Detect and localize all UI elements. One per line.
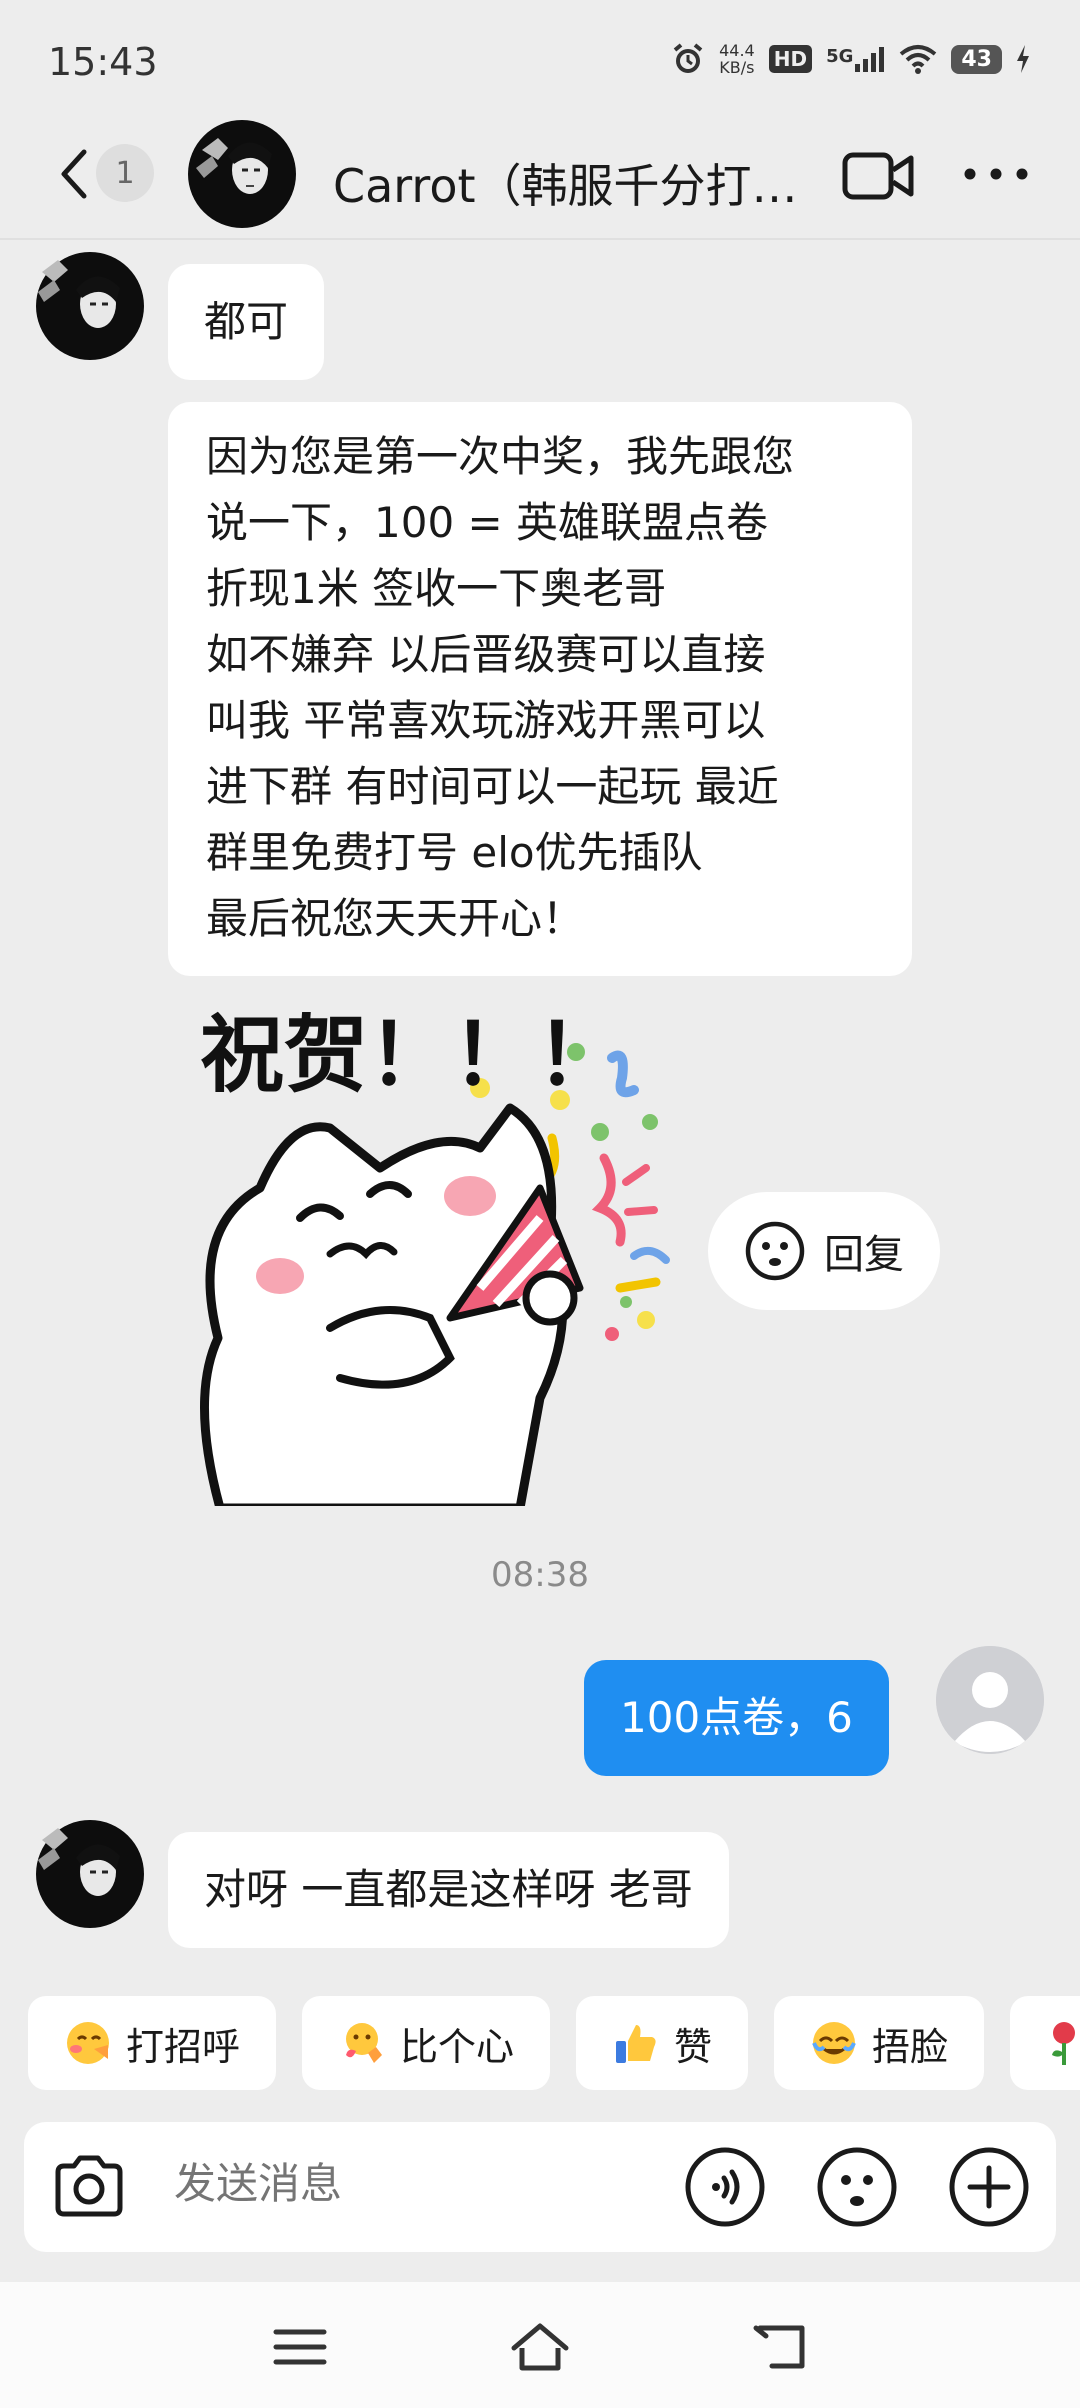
more-options-icon[interactable] <box>960 142 1032 206</box>
header-divider <box>0 238 1080 240</box>
wave-emoji-icon <box>67 2022 109 2064</box>
my-avatar[interactable] <box>936 1646 1044 1754</box>
quick-reply-wave[interactable]: 打招呼 <box>28 1996 277 2090</box>
sender-avatar[interactable] <box>36 252 144 360</box>
video-call-icon[interactable] <box>842 150 914 202</box>
signal-indicator: 5G <box>826 46 885 72</box>
signal-label: 5G <box>826 46 854 67</box>
message-bubble[interactable]: 对呀 一直都是这样呀 老哥 <box>168 1832 729 1948</box>
menu-icon[interactable] <box>270 2322 330 2372</box>
quick-reply-label: 比个心 <box>400 2024 515 2069</box>
quick-reply-label: 捂脸 <box>872 2024 949 2069</box>
home-icon[interactable] <box>510 2322 570 2372</box>
unread-count-badge[interactable]: 1 <box>96 144 154 202</box>
quick-reply-rose[interactable] <box>1010 1996 1080 2090</box>
quick-replies: 打招呼 比个心 赞 捂脸 <box>28 1996 1080 2090</box>
signal-bars-icon <box>855 47 885 72</box>
wifi-icon <box>900 45 937 74</box>
alarm-icon <box>673 43 703 73</box>
chat-header: 1 Carrot（韩服千分打… <box>0 120 1080 240</box>
message-bubble[interactable]: 都可 <box>168 264 325 380</box>
system-nav-bar <box>0 2282 1080 2408</box>
back-nav-icon[interactable] <box>752 2322 812 2372</box>
net-speed-value: 44.4 <box>719 41 755 60</box>
quick-reply-label: 打招呼 <box>126 2024 241 2069</box>
hd-badge: HD <box>768 45 813 73</box>
status-icons: 44.4 KB/s HD 5G 43 <box>671 42 1030 76</box>
message-bubble-long[interactable]: 因为您是第一次中奖，我先跟您 说一下，100 = 英雄联盟点卷 折现1米 签收一… <box>168 402 912 976</box>
contact-avatar[interactable] <box>188 120 296 228</box>
status-bar: 15:43 44.4 KB/s HD 5G 43 <box>0 0 1080 120</box>
message-timestamp: 08:38 <box>491 1555 589 1595</box>
quick-reply-like[interactable]: 赞 <box>576 1996 749 2090</box>
rose-emoji-icon <box>1052 2022 1076 2065</box>
status-time: 15:43 <box>48 40 158 84</box>
message-input[interactable] <box>172 2158 676 2209</box>
sender-avatar[interactable] <box>36 1820 144 1928</box>
emoji-icon[interactable] <box>816 2146 898 2228</box>
thumbs-up-emoji-icon <box>616 2025 656 2063</box>
quick-reply-label: 赞 <box>674 2024 713 2069</box>
net-speed: 44.4 KB/s <box>719 42 755 76</box>
congrats-sticker[interactable]: 祝贺！！！ <box>180 998 680 1506</box>
battery-level: 43 <box>951 44 1002 74</box>
my-message-bubble[interactable]: 100点卷，6 <box>584 1660 889 1776</box>
reply-label: 回复 <box>824 1232 904 1278</box>
quick-reply-facepalm[interactable]: 捂脸 <box>774 1996 985 2090</box>
camera-icon[interactable] <box>50 2148 128 2226</box>
back-arrow-icon[interactable] <box>54 144 94 204</box>
sticker-text: 祝贺！！！ <box>200 1006 620 1104</box>
voice-icon[interactable] <box>684 2146 766 2228</box>
chat-title[interactable]: Carrot（韩服千分打… <box>333 150 798 216</box>
facepalm-emoji-icon <box>812 2022 856 2064</box>
heart-hand-emoji-icon <box>346 2023 383 2063</box>
quick-reply-heart[interactable]: 比个心 <box>302 1996 551 2090</box>
charging-icon <box>1017 45 1029 73</box>
net-speed-unit: KB/s <box>719 58 755 77</box>
message-input-bar <box>24 2122 1056 2252</box>
add-icon[interactable] <box>948 2146 1030 2228</box>
reply-button[interactable]: 回复 <box>708 1192 940 1310</box>
smiley-icon <box>745 1221 805 1281</box>
